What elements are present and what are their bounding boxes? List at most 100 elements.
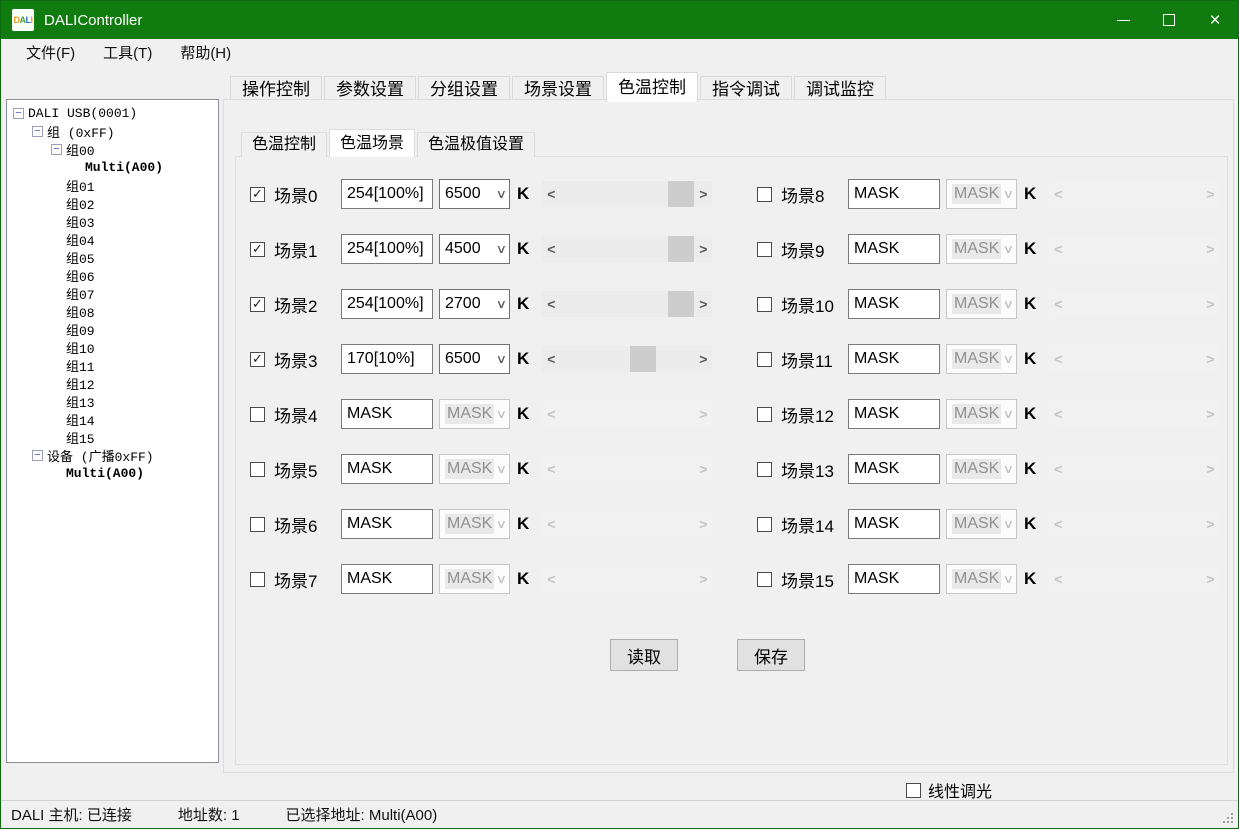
level-input[interactable] bbox=[341, 509, 433, 539]
tree-node-12[interactable]: 组09 bbox=[7, 320, 218, 338]
level-input[interactable] bbox=[341, 344, 433, 374]
scroll-left-arrow-icon[interactable]: < bbox=[542, 346, 560, 372]
kelvin-select[interactable]: MASK∨ bbox=[946, 179, 1017, 209]
tree-node-0[interactable]: −DALI USB(0001) bbox=[7, 104, 218, 122]
tree-node-13[interactable]: 组10 bbox=[7, 338, 218, 356]
level-input[interactable] bbox=[848, 289, 940, 319]
scroll-right-arrow-icon[interactable]: > bbox=[694, 346, 712, 372]
kelvin-select[interactable]: MASK∨ bbox=[946, 399, 1017, 429]
resize-grip[interactable] bbox=[1231, 821, 1233, 823]
scroll-thumb[interactable] bbox=[668, 181, 694, 207]
scroll-thumb[interactable] bbox=[668, 236, 694, 262]
level-input[interactable] bbox=[848, 344, 940, 374]
level-input[interactable] bbox=[341, 234, 433, 264]
scene-checkbox[interactable] bbox=[757, 572, 772, 587]
scroll-thumb[interactable] bbox=[668, 291, 694, 317]
scene-checkbox[interactable] bbox=[757, 462, 772, 477]
scroll-thumb[interactable] bbox=[630, 346, 656, 372]
tree-node-17[interactable]: 组14 bbox=[7, 410, 218, 428]
read-button[interactable]: 读取 bbox=[610, 639, 678, 671]
level-scrollbar[interactable]: <> bbox=[542, 291, 712, 317]
scroll-track[interactable] bbox=[560, 181, 694, 207]
kelvin-select[interactable]: 6500∨ bbox=[439, 179, 510, 209]
tree-expander-icon[interactable]: − bbox=[32, 450, 43, 461]
scroll-left-arrow-icon[interactable]: < bbox=[542, 236, 560, 262]
tree-node-7[interactable]: 组04 bbox=[7, 230, 218, 248]
kelvin-select[interactable]: MASK∨ bbox=[946, 509, 1017, 539]
tree-node-9[interactable]: 组06 bbox=[7, 266, 218, 284]
menu-item-2[interactable]: 帮助(H) bbox=[166, 39, 245, 69]
kelvin-select[interactable]: MASK∨ bbox=[439, 399, 510, 429]
kelvin-select[interactable]: MASK∨ bbox=[439, 564, 510, 594]
tree-node-14[interactable]: 组11 bbox=[7, 356, 218, 374]
level-input[interactable] bbox=[341, 564, 433, 594]
tree-node-18[interactable]: 组15 bbox=[7, 428, 218, 446]
tree-node-15[interactable]: 组12 bbox=[7, 374, 218, 392]
kelvin-select[interactable]: MASK∨ bbox=[946, 344, 1017, 374]
scene-checkbox[interactable] bbox=[250, 407, 265, 422]
kelvin-select[interactable]: MASK∨ bbox=[946, 454, 1017, 484]
level-scrollbar[interactable]: <> bbox=[542, 181, 712, 207]
save-button[interactable]: 保存 bbox=[737, 639, 805, 671]
tree-node-20[interactable]: Multi(A00) bbox=[7, 464, 218, 482]
tree-node-1[interactable]: −组 (0xFF) bbox=[7, 122, 218, 140]
tree-expander-icon[interactable]: − bbox=[13, 108, 24, 119]
tree-node-8[interactable]: 组05 bbox=[7, 248, 218, 266]
kelvin-select[interactable]: 2700∨ bbox=[439, 289, 510, 319]
scene-checkbox[interactable] bbox=[757, 517, 772, 532]
kelvin-select[interactable]: MASK∨ bbox=[946, 234, 1017, 264]
scroll-track[interactable] bbox=[560, 236, 694, 262]
tree-node-11[interactable]: 组08 bbox=[7, 302, 218, 320]
scene-checkbox[interactable] bbox=[757, 242, 772, 257]
kelvin-select[interactable]: 4500∨ bbox=[439, 234, 510, 264]
kelvin-select[interactable]: MASK∨ bbox=[946, 564, 1017, 594]
tree-node-2[interactable]: −组00 bbox=[7, 140, 218, 158]
level-input[interactable] bbox=[341, 179, 433, 209]
level-input[interactable] bbox=[848, 564, 940, 594]
scene-checkbox[interactable] bbox=[250, 572, 265, 587]
scene-checkbox[interactable] bbox=[757, 407, 772, 422]
tree-node-10[interactable]: 组07 bbox=[7, 284, 218, 302]
kelvin-select[interactable]: MASK∨ bbox=[439, 509, 510, 539]
scroll-right-arrow-icon[interactable]: > bbox=[694, 181, 712, 207]
scroll-track[interactable] bbox=[560, 291, 694, 317]
menu-item-1[interactable]: 工具(T) bbox=[89, 39, 166, 69]
tree-node-6[interactable]: 组03 bbox=[7, 212, 218, 230]
tab-4[interactable]: 色温控制 bbox=[606, 72, 698, 102]
subtab-0[interactable]: 色温控制 bbox=[241, 132, 327, 157]
scene-checkbox[interactable] bbox=[757, 187, 772, 202]
tree-node-16[interactable]: 组13 bbox=[7, 392, 218, 410]
kelvin-select[interactable]: MASK∨ bbox=[946, 289, 1017, 319]
level-scrollbar[interactable]: <> bbox=[542, 346, 712, 372]
level-input[interactable] bbox=[848, 454, 940, 484]
menu-item-0[interactable]: 文件(F) bbox=[12, 39, 89, 69]
scene-checkbox[interactable]: ✓ bbox=[250, 352, 265, 367]
level-input[interactable] bbox=[848, 179, 940, 209]
tree-expander-icon[interactable]: − bbox=[51, 144, 62, 155]
scroll-left-arrow-icon[interactable]: < bbox=[542, 291, 560, 317]
level-input[interactable] bbox=[341, 454, 433, 484]
scroll-right-arrow-icon[interactable]: > bbox=[694, 236, 712, 262]
scene-checkbox[interactable] bbox=[757, 297, 772, 312]
tree-node-3[interactable]: Multi(A00) bbox=[7, 158, 218, 176]
scene-checkbox[interactable] bbox=[250, 517, 265, 532]
subtab-2[interactable]: 色温极值设置 bbox=[417, 132, 535, 157]
maximize-button[interactable] bbox=[1146, 1, 1192, 39]
scene-checkbox[interactable]: ✓ bbox=[250, 187, 265, 202]
tree-expander-icon[interactable]: − bbox=[32, 126, 43, 137]
kelvin-select[interactable]: MASK∨ bbox=[439, 454, 510, 484]
tree-node-4[interactable]: 组01 bbox=[7, 176, 218, 194]
linear-dimming-checkbox[interactable] bbox=[906, 783, 921, 798]
scroll-track[interactable] bbox=[560, 346, 694, 372]
level-scrollbar[interactable]: <> bbox=[542, 236, 712, 262]
kelvin-select[interactable]: 6500∨ bbox=[439, 344, 510, 374]
level-input[interactable] bbox=[341, 399, 433, 429]
scene-checkbox[interactable] bbox=[757, 352, 772, 367]
level-input[interactable] bbox=[848, 399, 940, 429]
tree-node-5[interactable]: 组02 bbox=[7, 194, 218, 212]
level-input[interactable] bbox=[848, 509, 940, 539]
scroll-left-arrow-icon[interactable]: < bbox=[542, 181, 560, 207]
minimize-button[interactable] bbox=[1100, 1, 1146, 39]
subtab-1[interactable]: 色温场景 bbox=[329, 129, 415, 157]
level-input[interactable] bbox=[341, 289, 433, 319]
